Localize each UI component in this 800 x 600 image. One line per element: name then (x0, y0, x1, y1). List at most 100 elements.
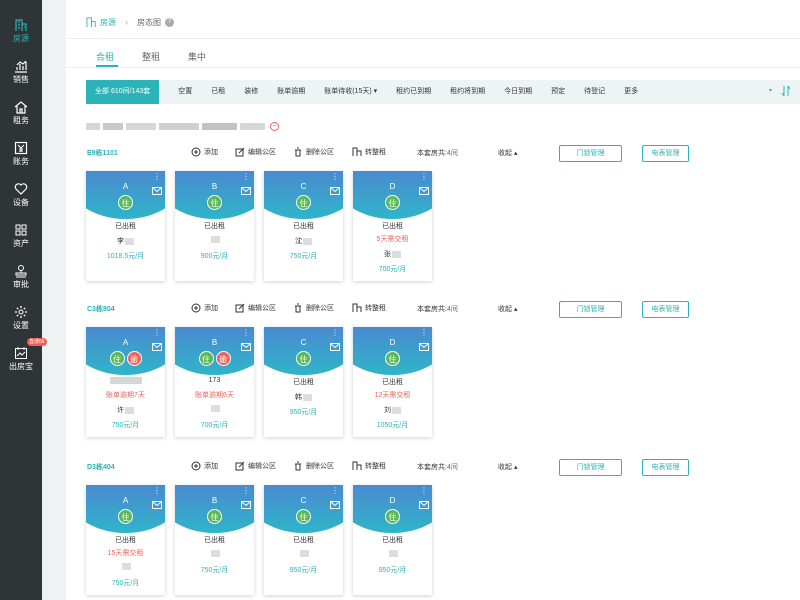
filter-more[interactable]: 更多 (624, 80, 638, 104)
convert-whole-rent-button[interactable]: 转整租 (352, 303, 386, 313)
message-icon[interactable] (330, 343, 340, 351)
message-icon[interactable] (152, 343, 162, 351)
edit-common-area-button[interactable]: 编辑公区 (235, 147, 276, 157)
sidebar-item-sales[interactable]: 销售 (0, 55, 42, 95)
more-options-icon[interactable]: ⋮ (153, 329, 161, 337)
message-icon[interactable] (241, 501, 251, 509)
more-options-icon[interactable]: ⋮ (242, 487, 250, 495)
sales-chart-icon (14, 59, 28, 73)
sidebar-item-devices[interactable]: 设备 (0, 178, 42, 218)
tab-shared-rent[interactable]: 合租 (96, 50, 118, 67)
tab-centralized[interactable]: 集中 (188, 50, 234, 67)
message-icon[interactable] (152, 187, 162, 195)
sidebar-item-approval[interactable]: 审批 (0, 260, 42, 300)
more-options-icon[interactable]: ⋮ (420, 487, 428, 495)
message-icon[interactable] (419, 343, 429, 351)
collapse-toggle[interactable]: 收起 ▴ (498, 304, 517, 314)
add-button[interactable]: 添加 (191, 303, 218, 313)
minus-circle-icon[interactable]: − (270, 122, 279, 131)
sidebar-item-assets[interactable]: 资产 (0, 219, 42, 259)
delete-common-area-button[interactable]: 删除公区 (293, 147, 334, 157)
occupied-badge: 住 (198, 351, 214, 366)
more-options-icon[interactable]: ⋮ (331, 329, 339, 337)
building-name[interactable]: C3栋804 (87, 304, 115, 314)
more-options-icon[interactable]: ⋮ (331, 173, 339, 181)
sidebar-item-accounts[interactable]: 账务 (0, 137, 42, 177)
building-name[interactable]: D3栋404 (87, 462, 115, 472)
more-options-icon[interactable]: ⋮ (331, 487, 339, 495)
collapse-toggle[interactable]: 收起 ▴ (498, 148, 517, 158)
convert-whole-rent-button[interactable]: 转整租 (352, 147, 386, 157)
filter-all[interactable]: 全部 610间/143套 (86, 80, 160, 104)
convert-whole-rent-button[interactable]: 转整租 (352, 461, 386, 471)
delete-common-area-button[interactable]: 删除公区 (293, 303, 334, 313)
chevron-down-icon[interactable]: ▾ (769, 87, 772, 94)
breadcrumb-root[interactable]: 房源 (100, 17, 116, 28)
help-icon[interactable]: ? (165, 17, 174, 27)
more-options-icon[interactable]: ⋮ (420, 329, 428, 337)
room-card[interactable]: C ⋮ 住已出租沈 750元/月 (264, 171, 343, 281)
sidebar-item-listings[interactable]: 房源 (0, 14, 42, 54)
more-options-icon[interactable]: ⋮ (153, 173, 161, 181)
filter-rented[interactable]: 已租 (211, 80, 225, 104)
edit-icon (235, 147, 245, 157)
room-card[interactable]: D ⋮ 住已出租 5天需交租张 700元/月 (353, 171, 432, 281)
filter-lease-expiring[interactable]: 租约将到期 (450, 80, 485, 104)
room-card[interactable]: D ⋮ 住已出租 12天需交租刘 1050元/月 (353, 327, 432, 437)
delete-common-area-button[interactable]: 删除公区 (293, 461, 334, 471)
meter-management-button[interactable]: 电表管理 (642, 301, 689, 318)
sidebar-item-chufangbao[interactable]: 出房宝 直通56 (0, 338, 47, 382)
edit-common-area-button[interactable]: 编辑公区 (235, 303, 276, 313)
add-button[interactable]: 添加 (191, 147, 218, 157)
message-icon[interactable] (241, 187, 251, 195)
sidebar-item-rental[interactable]: 租务 (0, 96, 42, 136)
message-icon[interactable] (419, 501, 429, 509)
scrollbar[interactable] (794, 110, 800, 600)
meter-management-button[interactable]: 电表管理 (642, 145, 689, 162)
sort-icon[interactable] (780, 85, 792, 97)
filter-bill-pending[interactable]: 账单待收(15天) ▾ (324, 80, 377, 104)
add-button[interactable]: 添加 (191, 461, 218, 471)
divider (66, 67, 800, 68)
message-icon[interactable] (330, 501, 340, 509)
room-card[interactable]: A ⋮ 住已出租李 1018.5元/月 (86, 171, 165, 281)
more-options-icon[interactable]: ⋮ (153, 487, 161, 495)
room-card[interactable]: B ⋮ 住已出租 750元/月 (175, 485, 254, 595)
room-card[interactable]: A ⋮ 住逾账单逾期7天许 750元/月 (86, 327, 165, 437)
filter-bill-overdue[interactable]: 账单逾期 (277, 80, 305, 104)
room-status: 已出租 (293, 537, 314, 544)
filter-due-today[interactable]: 今日到期 (504, 80, 532, 104)
room-card[interactable]: C ⋮ 住已出租韩 950元/月 (264, 327, 343, 437)
lock-management-button[interactable]: 门锁管理 (559, 145, 622, 162)
plus-circle-icon (191, 147, 201, 157)
message-icon[interactable] (419, 187, 429, 195)
message-icon[interactable] (241, 343, 251, 351)
room-card[interactable]: D ⋮ 住已出租 950元/月 (353, 485, 432, 595)
filter-lease-expired[interactable]: 租约已到期 (396, 80, 431, 104)
occupied-badge: 住 (385, 195, 400, 210)
filter-renovating[interactable]: 装修 (244, 80, 258, 104)
plus-circle-icon (191, 303, 201, 313)
building-name[interactable]: E9栋1101 (87, 148, 118, 158)
filter-reserved[interactable]: 预定 (551, 80, 565, 104)
collapse-toggle[interactable]: 收起 ▴ (498, 462, 517, 472)
more-options-icon[interactable]: ⋮ (420, 173, 428, 181)
filter-vacant[interactable]: 空置 (178, 80, 192, 104)
filter-to-register[interactable]: 待登记 (584, 80, 605, 104)
room-card[interactable]: A ⋮ 住已出租 15天需交租 750元/月 (86, 485, 165, 595)
meter-management-button[interactable]: 电表管理 (642, 459, 689, 476)
building-icon (352, 303, 362, 312)
lock-management-button[interactable]: 门锁管理 (559, 301, 622, 318)
lock-management-button[interactable]: 门锁管理 (559, 459, 622, 476)
room-card[interactable]: B ⋮ 住已出租 900元/月 (175, 171, 254, 281)
more-options-icon[interactable]: ⋮ (242, 329, 250, 337)
sidebar-item-settings[interactable]: 设置 (0, 301, 42, 341)
tab-whole-rent[interactable]: 整租 (142, 50, 188, 67)
rent-price: 750元/月 (289, 253, 318, 260)
room-card[interactable]: B ⋮ 住逾 173 账单逾期6天 700元/月 (175, 327, 254, 437)
more-options-icon[interactable]: ⋮ (242, 173, 250, 181)
edit-common-area-button[interactable]: 编辑公区 (235, 461, 276, 471)
room-card[interactable]: C ⋮ 住已出租 950元/月 (264, 485, 343, 595)
message-icon[interactable] (152, 501, 162, 509)
message-icon[interactable] (330, 187, 340, 195)
